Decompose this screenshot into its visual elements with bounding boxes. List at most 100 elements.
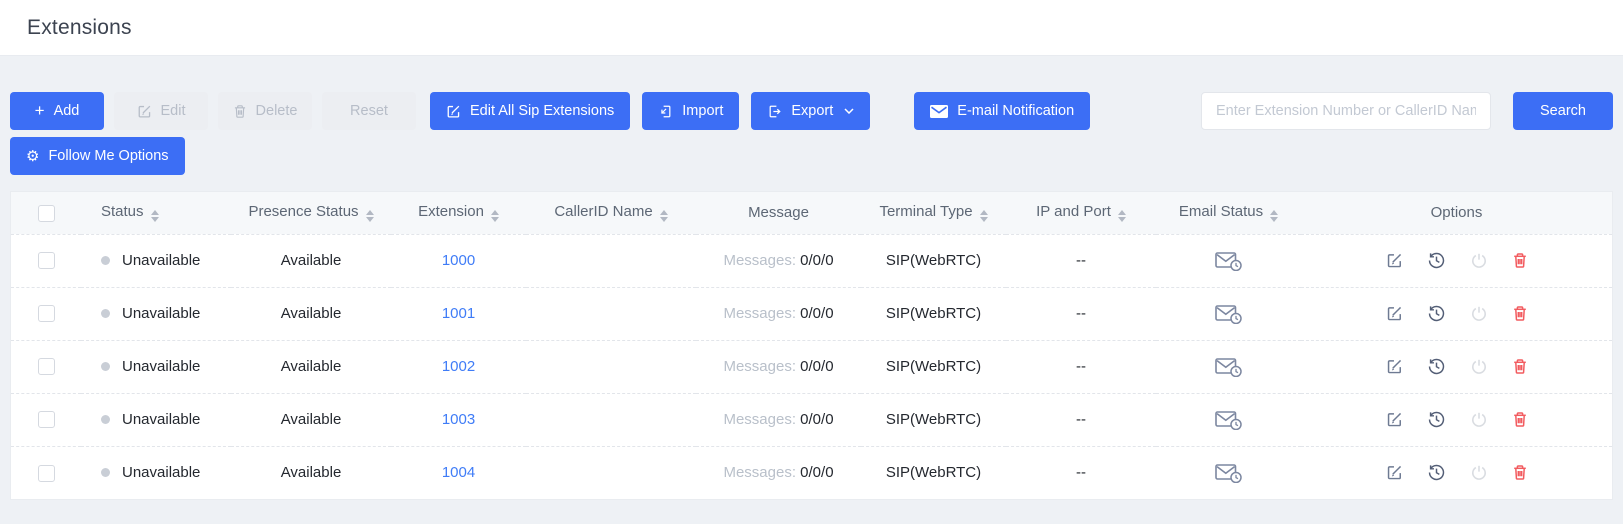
message-label: Messages: <box>723 305 796 322</box>
edit-all-sip-extensions-button[interactable]: Edit All Sip Extensions <box>430 92 630 130</box>
restore-clock-button[interactable] <box>1427 410 1446 429</box>
column-header-email-status[interactable]: Email Status <box>1156 192 1301 234</box>
message-cell: Messages: 0/0/0 <box>696 393 861 446</box>
edit-extension-button[interactable] <box>1386 411 1403 428</box>
row-checkbox[interactable] <box>38 411 55 428</box>
ip-and-port-cell: -- <box>1006 287 1156 340</box>
delete-extension-button[interactable] <box>1512 305 1528 322</box>
restore-clock-button[interactable] <box>1427 251 1446 270</box>
table-row: Unavailable Available 1001 Messages: 0/0… <box>11 287 1612 340</box>
extension-link[interactable]: 1000 <box>442 252 475 269</box>
email-status-cell <box>1156 340 1301 393</box>
message-cell: Messages: 0/0/0 <box>696 446 861 499</box>
presence-status-cell: Available <box>231 234 391 287</box>
email-notification-button[interactable]: E-mail Notification <box>914 92 1090 130</box>
delete-button[interactable]: Delete <box>218 92 312 130</box>
terminal-type-cell: SIP(WebRTC) <box>861 446 1006 499</box>
message-value: 0/0/0 <box>800 305 833 322</box>
add-button[interactable]: + Add <box>10 92 104 130</box>
presence-status-cell: Available <box>231 393 391 446</box>
follow-me-options-button[interactable]: ⚙ Follow Me Options <box>10 137 185 175</box>
import-icon <box>658 104 673 119</box>
table-row: Unavailable Available 1003 Messages: 0/0… <box>11 393 1612 446</box>
top-bar: Extensions <box>0 0 1623 56</box>
options-cell <box>1301 446 1612 499</box>
extension-link[interactable]: 1002 <box>442 358 475 375</box>
message-value: 0/0/0 <box>800 411 833 428</box>
callerid-name-cell <box>526 446 696 499</box>
status-cell: Unavailable <box>81 287 231 340</box>
row-checkbox[interactable] <box>38 358 55 375</box>
envelope-icon <box>930 105 948 118</box>
power-button[interactable] <box>1470 411 1488 429</box>
delete-extension-button[interactable] <box>1512 252 1528 269</box>
status-text: Unavailable <box>122 411 200 428</box>
ip-and-port-cell: -- <box>1006 393 1156 446</box>
message-cell: Messages: 0/0/0 <box>696 287 861 340</box>
power-button[interactable] <box>1470 358 1488 376</box>
callerid-name-cell <box>526 340 696 393</box>
email-pending-icon <box>1156 357 1301 377</box>
search-button[interactable]: Search <box>1513 92 1613 130</box>
restore-clock-button[interactable] <box>1427 304 1446 323</box>
message-value: 0/0/0 <box>800 358 833 375</box>
options-cell <box>1301 340 1612 393</box>
status-dot-icon <box>101 468 110 477</box>
message-label: Messages: <box>723 464 796 481</box>
options-cell <box>1301 287 1612 340</box>
column-header-ip-and-port[interactable]: IP and Port <box>1006 192 1156 234</box>
status-cell: Unavailable <box>81 446 231 499</box>
column-header-options: Options <box>1301 192 1612 234</box>
status-cell: Unavailable <box>81 393 231 446</box>
column-header-extension[interactable]: Extension <box>391 192 526 234</box>
ip-and-port-cell: -- <box>1006 234 1156 287</box>
sort-icon <box>366 210 374 222</box>
row-checkbox[interactable] <box>38 465 55 482</box>
edit-icon <box>446 104 461 119</box>
import-button[interactable]: Import <box>642 92 739 130</box>
column-header-status[interactable]: Status <box>81 192 231 234</box>
power-button[interactable] <box>1470 464 1488 482</box>
import-button-label: Import <box>682 103 723 119</box>
search-input[interactable] <box>1201 92 1491 130</box>
sort-icon <box>151 210 159 222</box>
terminal-type-cell: SIP(WebRTC) <box>861 393 1006 446</box>
restore-clock-button[interactable] <box>1427 357 1446 376</box>
extension-link[interactable]: 1004 <box>442 464 475 481</box>
extension-link[interactable]: 1003 <box>442 411 475 428</box>
row-checkbox-cell <box>11 446 81 499</box>
select-all-checkbox-cell <box>11 192 81 234</box>
delete-extension-button[interactable] <box>1512 411 1528 428</box>
toolbar-second-row: ⚙ Follow Me Options <box>10 137 1613 175</box>
column-header-callerid-name[interactable]: CallerID Name <box>526 192 696 234</box>
edit-button[interactable]: Edit <box>114 92 208 130</box>
power-button[interactable] <box>1470 252 1488 270</box>
presence-status-cell: Available <box>231 340 391 393</box>
select-all-checkbox[interactable] <box>38 205 55 222</box>
email-status-cell <box>1156 393 1301 446</box>
status-cell: Unavailable <box>81 234 231 287</box>
power-button[interactable] <box>1470 305 1488 323</box>
edit-extension-button[interactable] <box>1386 252 1403 269</box>
delete-extension-button[interactable] <box>1512 358 1528 375</box>
edit-extension-button[interactable] <box>1386 464 1403 481</box>
reset-button[interactable]: Reset <box>322 92 416 130</box>
edit-extension-button[interactable] <box>1386 305 1403 322</box>
sort-icon <box>980 210 988 222</box>
extensions-table: Status Presence Status Extension CallerI… <box>10 191 1613 500</box>
column-header-presence-status[interactable]: Presence Status <box>231 192 391 234</box>
row-checkbox-cell <box>11 393 81 446</box>
row-checkbox[interactable] <box>38 305 55 322</box>
column-header-terminal-type[interactable]: Terminal Type <box>861 192 1006 234</box>
follow-me-options-label: Follow Me Options <box>48 148 168 164</box>
content-area: + Add Edit Delete Reset Edit All Sip Ext… <box>0 92 1623 500</box>
email-notification-label: E-mail Notification <box>957 103 1074 119</box>
email-pending-icon <box>1156 304 1301 324</box>
restore-clock-button[interactable] <box>1427 463 1446 482</box>
delete-extension-button[interactable] <box>1512 464 1528 481</box>
export-button[interactable]: Export <box>751 92 870 130</box>
edit-extension-button[interactable] <box>1386 358 1403 375</box>
extension-link[interactable]: 1001 <box>442 305 475 322</box>
row-checkbox[interactable] <box>38 252 55 269</box>
reset-button-label: Reset <box>350 103 388 119</box>
